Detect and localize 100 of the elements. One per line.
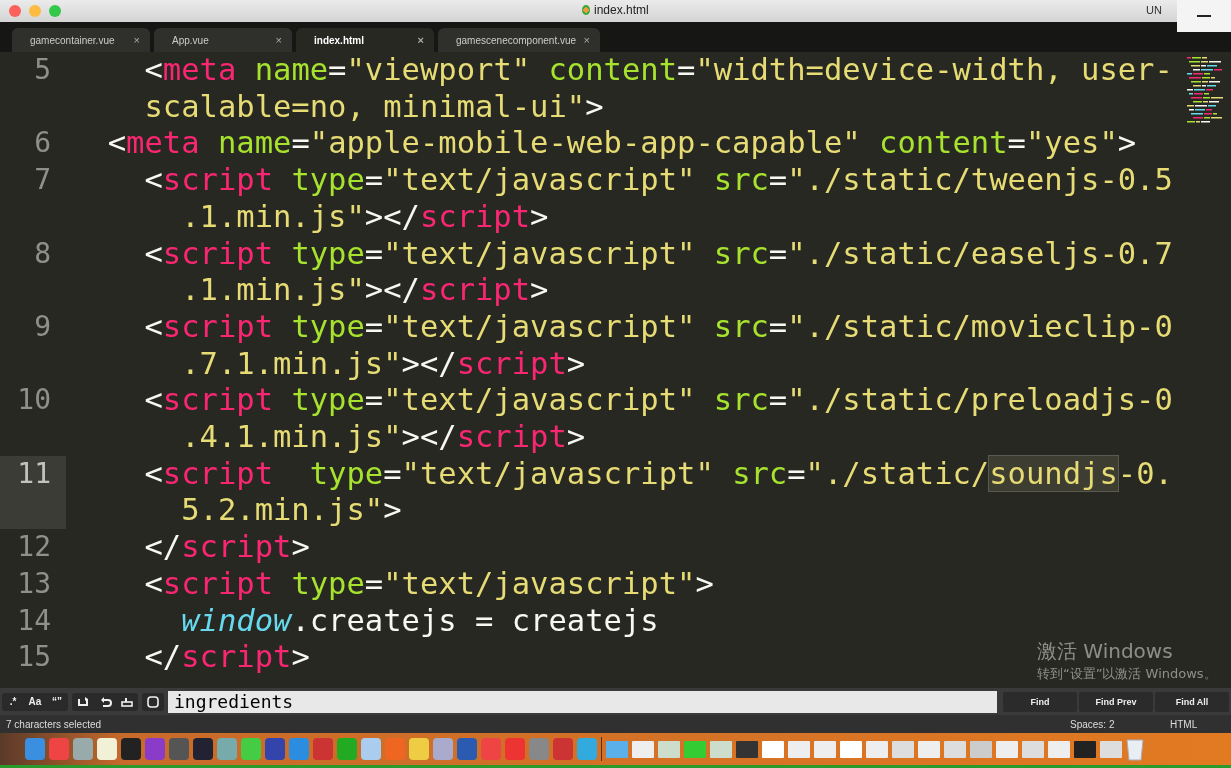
minimize-icon[interactable] <box>1197 14 1211 18</box>
dock-window-thumbnail[interactable] <box>1074 740 1096 758</box>
line-number: 15 <box>16 639 52 676</box>
dock-app-icon[interactable] <box>433 738 453 760</box>
tab-label[interactable]: gamecontainer.vue <box>30 34 115 46</box>
find-button[interactable]: Find Prev <box>1079 691 1153 712</box>
dock-window-thumbnail[interactable] <box>788 740 810 758</box>
dock-window-thumbnail[interactable] <box>1100 740 1122 758</box>
dock-app-icon[interactable] <box>97 738 117 760</box>
line-number: 13 <box>16 565 52 602</box>
trash-icon[interactable] <box>1126 737 1144 761</box>
dock-window-thumbnail[interactable] <box>892 740 914 758</box>
window-close-button[interactable] <box>9 5 21 17</box>
code-line: .4.1.min.js"></script> <box>180 419 586 456</box>
code-line: <script type="text/javascript" src="./static/preloadjs-0 <box>143 382 1173 420</box>
code-line: <meta name="viewport" content="width=device-width, user- <box>143 52 1173 89</box>
line-number: 14 <box>16 602 52 639</box>
line-number: 9 <box>33 308 52 345</box>
status-message: 7 characters selected <box>5 718 102 730</box>
code-line: .1.min.js"></script> <box>180 198 549 236</box>
highlight-icon <box>147 695 159 708</box>
dock-app-icon[interactable] <box>553 738 573 760</box>
dock-app-icon[interactable] <box>361 738 381 760</box>
code-line: </script> <box>143 639 310 676</box>
dock-app-icon[interactable] <box>145 738 165 760</box>
dock-window-thumbnail[interactable] <box>996 740 1018 758</box>
line-number: 7 <box>33 162 52 199</box>
dock-app-icon[interactable] <box>121 738 141 760</box>
dock-app-icon[interactable] <box>577 738 597 760</box>
dock-window-thumbnail[interactable] <box>684 740 706 758</box>
tab-close-button[interactable]: × <box>133 34 140 46</box>
tab-close-button[interactable]: × <box>583 34 590 46</box>
tab-label[interactable]: App.vue <box>172 34 209 46</box>
dock-window-thumbnail[interactable] <box>762 740 784 758</box>
dock-app-icon[interactable] <box>193 738 213 760</box>
dock-app-icon[interactable] <box>241 738 261 760</box>
selection-icon <box>120 695 134 708</box>
window-minimize-button[interactable] <box>29 5 41 17</box>
dock-app-icon[interactable] <box>337 738 357 760</box>
code-line: </script> <box>143 529 310 566</box>
dock-app-icon[interactable] <box>73 738 93 760</box>
find-button[interactable]: Find <box>1003 691 1077 712</box>
find-option-toggle[interactable]: Aa <box>24 692 46 711</box>
find-field[interactable]: ingredients <box>168 690 997 713</box>
line-number: 12 <box>16 529 52 566</box>
find-option-toggle[interactable] <box>142 692 164 711</box>
dock-window-thumbnail[interactable] <box>606 740 628 758</box>
window-zoom-button[interactable] <box>49 5 61 17</box>
code-line: <meta name="apple-mobile-web-app-capable" content="yes"> <box>106 125 1137 163</box>
dock-window-thumbnail[interactable] <box>658 740 680 758</box>
title-text-fragment: UN <box>1146 4 1162 16</box>
tab-label[interactable]: gamescenecomponent.vue <box>456 34 577 46</box>
find-option-toggle[interactable]: .* <box>2 692 24 711</box>
dock-window-thumbnail[interactable] <box>970 740 992 758</box>
dock-window-thumbnail[interactable] <box>1048 740 1070 758</box>
dock-window-thumbnail[interactable] <box>814 740 836 758</box>
dock-app-icon[interactable] <box>313 738 333 760</box>
find-option-toggle[interactable]: “” <box>46 692 68 711</box>
code-line: .7.1.min.js"></script> <box>180 345 586 383</box>
code-line: <script type="text/javascript" src="./static/movieclip-0 <box>143 308 1173 346</box>
dock-window-thumbnail[interactable] <box>710 740 732 758</box>
line-number: 6 <box>33 125 52 162</box>
tab-close-button[interactable]: × <box>417 34 424 46</box>
code-line: <script type="text/javascript"> <box>143 565 714 603</box>
dock-app-icon[interactable] <box>265 738 285 760</box>
activation-notice-text: 转到“设置”以激活 Windows。 <box>1037 665 1217 683</box>
code-line: scalable=no, minimal-ui"> <box>143 88 604 126</box>
code-line: 5.2.min.js"> <box>180 492 402 530</box>
line-number: 5 <box>33 52 52 88</box>
code-line: window.createjs = createjs <box>180 602 659 640</box>
dock-window-thumbnail[interactable] <box>736 740 758 758</box>
activation-notice-title: 激活 Windows <box>1037 638 1174 665</box>
indentation-setting[interactable]: Spaces: 2 <box>1070 718 1115 730</box>
line-number: 8 <box>33 235 52 272</box>
editor-tab[interactable]: index.html × <box>296 28 434 52</box>
dock-app-icon[interactable] <box>457 738 477 760</box>
dock-window-thumbnail[interactable] <box>632 740 654 758</box>
dock-window-thumbnail[interactable] <box>1022 740 1044 758</box>
syntax-setting[interactable]: HTML <box>1170 718 1198 730</box>
editor-tab[interactable]: gamecontainer.vue × <box>12 28 150 52</box>
dock-app-icon[interactable] <box>25 738 45 760</box>
dock-window-thumbnail[interactable] <box>918 740 940 758</box>
window-title: index.html <box>594 3 649 17</box>
wrap-icon <box>76 695 90 708</box>
dock-window-thumbnail[interactable] <box>840 740 862 758</box>
dock-app-icon[interactable] <box>169 738 189 760</box>
dock-window-thumbnail[interactable] <box>944 740 966 758</box>
dock-app-icon[interactable] <box>217 738 237 760</box>
tab-close-button[interactable]: × <box>275 34 282 46</box>
find-button[interactable]: Find All <box>1155 691 1229 712</box>
code-line: .1.min.js"></script> <box>180 272 549 309</box>
dock-window-thumbnail[interactable] <box>866 740 888 758</box>
document-icon <box>582 5 590 15</box>
line-number: 11 <box>0 455 66 530</box>
tab-label[interactable]: index.html <box>314 34 364 46</box>
line-number: 10 <box>16 382 52 419</box>
editor-tab[interactable]: gamescenecomponent.vue × <box>438 28 600 52</box>
dock-app-icon[interactable] <box>49 738 69 760</box>
editor-tab[interactable]: App.vue × <box>154 28 292 52</box>
dock-app-icon[interactable] <box>409 738 429 760</box>
